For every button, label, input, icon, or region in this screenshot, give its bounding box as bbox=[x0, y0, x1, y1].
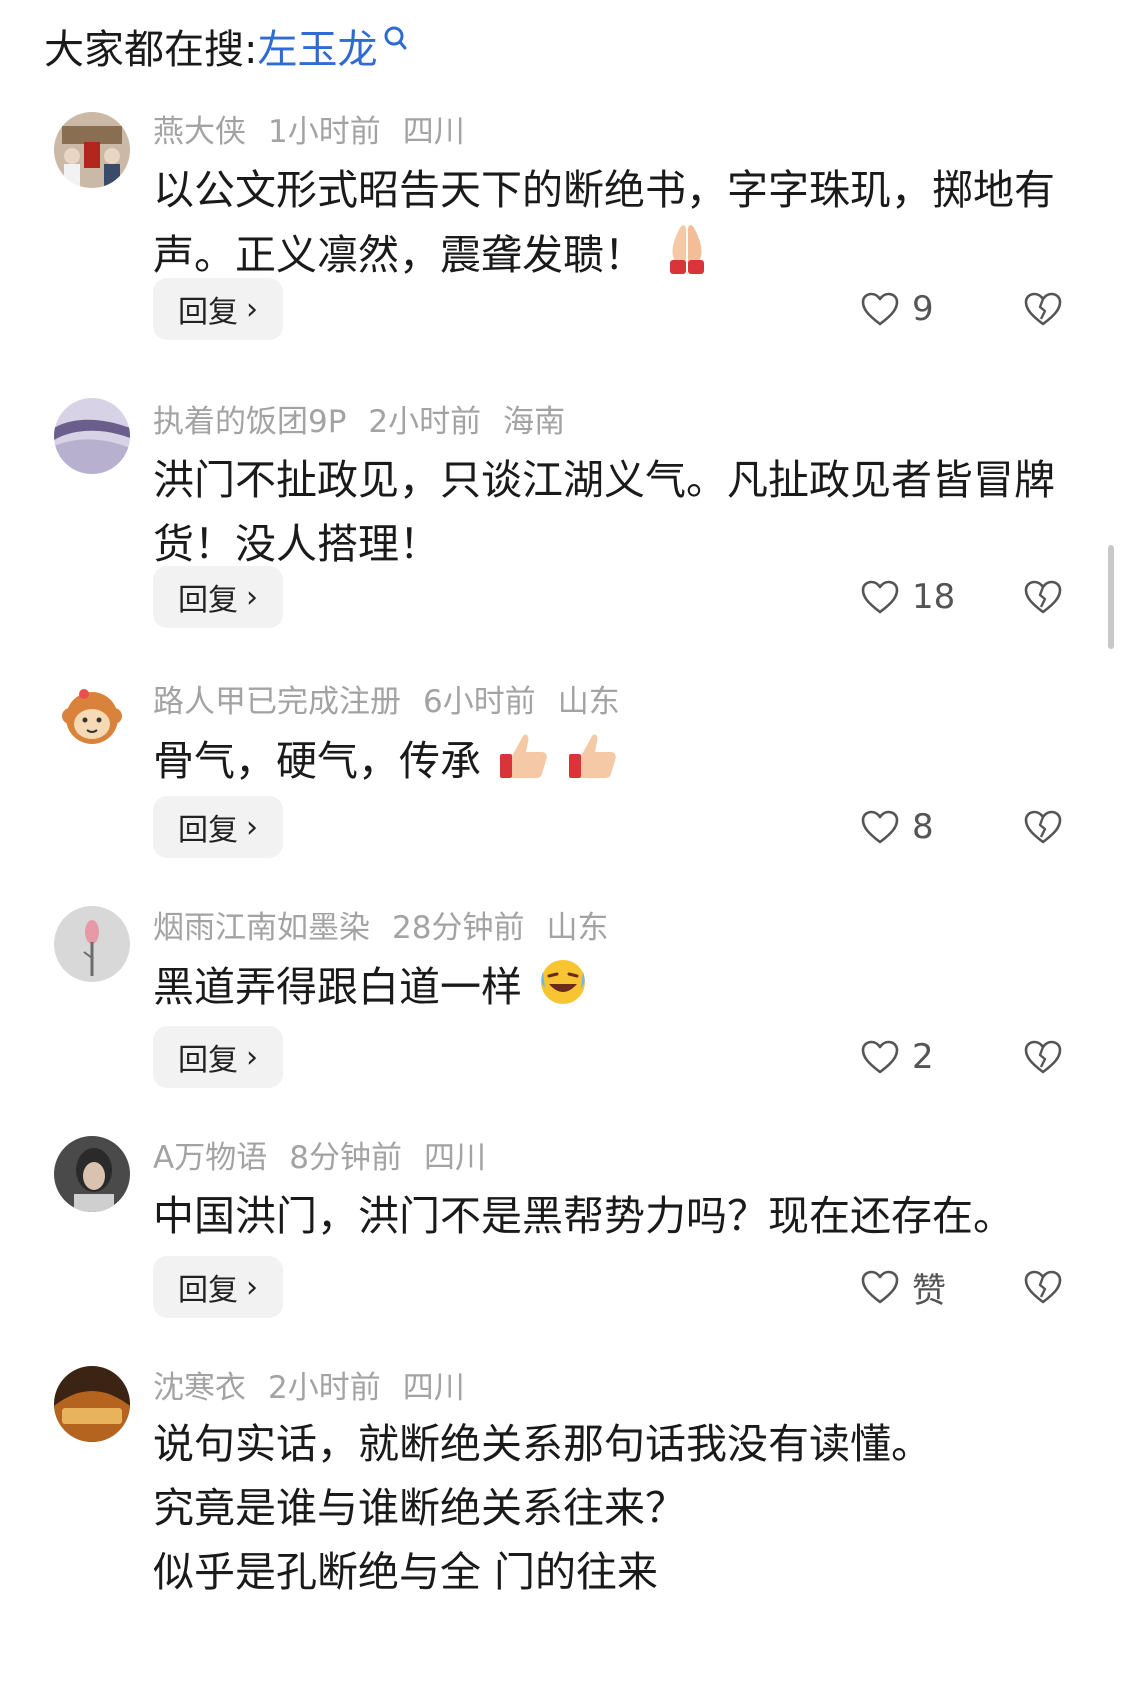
dislike-button[interactable] bbox=[1023, 796, 1063, 858]
comment-text: 说句实话，就断绝关系那句话我没有读懂。 究竟是谁与谁断绝关系往来？ 似乎是孔断绝… bbox=[153, 1412, 1083, 1604]
reply-button[interactable]: 回复 › bbox=[153, 278, 283, 340]
like-count: 18 bbox=[912, 577, 956, 617]
like-button[interactable]: 9 bbox=[860, 278, 934, 340]
rolling-laughing-emoji bbox=[535, 954, 591, 1026]
avatar[interactable] bbox=[54, 1136, 130, 1212]
avatar[interactable] bbox=[54, 906, 130, 982]
avatar[interactable] bbox=[54, 398, 130, 474]
reply-button[interactable]: 回复 › bbox=[153, 1256, 283, 1318]
comment-time: 8分钟前 bbox=[289, 1139, 402, 1176]
comment-username[interactable]: 路人甲已完成注册 bbox=[153, 676, 401, 721]
comment-username[interactable]: 燕大侠 bbox=[153, 106, 246, 151]
search-icon[interactable] bbox=[381, 24, 411, 68]
bottom-fade bbox=[0, 1660, 1125, 1708]
like-button[interactable]: 赞 bbox=[860, 1256, 946, 1318]
heart-outline-icon bbox=[861, 1270, 899, 1304]
chevron-right-icon: › bbox=[246, 579, 258, 615]
chevron-right-icon: › bbox=[246, 809, 258, 845]
like-button[interactable]: 2 bbox=[860, 1026, 934, 1088]
broken-heart-icon bbox=[1024, 1270, 1062, 1304]
dislike-button[interactable] bbox=[1023, 1026, 1063, 1088]
dislike-button[interactable] bbox=[1023, 1256, 1063, 1318]
comment-body: 以公文形式昭告天下的断绝书，字字珠玑，掷地有声。正义凛然，震聋发聩！ bbox=[153, 166, 1055, 279]
chevron-right-icon: › bbox=[246, 291, 258, 327]
comment-body: 洪门不扯政见，只谈江湖义气。凡扯政见者皆冒牌货！没人搭理！ bbox=[153, 456, 1055, 568]
comment-username[interactable]: 沈寒衣 bbox=[153, 1362, 246, 1407]
dislike-button[interactable] bbox=[1023, 566, 1063, 628]
reply-button[interactable]: 回复 › bbox=[153, 566, 283, 628]
comment-location: 山东 bbox=[557, 683, 620, 720]
search-suggestion-bar[interactable]: 大家都在搜: 左玉龙 bbox=[44, 18, 411, 74]
comment-text: 以公文形式昭告天下的断绝书，字字珠玑，掷地有声。正义凛然，震聋发聩！ bbox=[153, 158, 1083, 294]
heart-outline-icon bbox=[861, 580, 899, 614]
comment-username[interactable]: 烟雨江南如墨染 bbox=[153, 902, 370, 947]
search-prefix-label: 大家都在搜: bbox=[44, 27, 258, 73]
comment-time: 2小时前 bbox=[268, 1369, 381, 1406]
thumbs-up-emoji bbox=[494, 728, 550, 800]
reply-label: 回复 bbox=[178, 813, 238, 848]
like-count: 9 bbox=[912, 289, 934, 329]
chevron-right-icon: › bbox=[246, 1269, 258, 1305]
chevron-right-icon: › bbox=[246, 1039, 258, 1075]
comment-text: 黑道弄得跟白道一样 bbox=[153, 954, 1083, 1026]
comment-time: 6小时前 bbox=[423, 683, 536, 720]
comment-username[interactable]: 执着的饭团9P bbox=[153, 396, 346, 441]
broken-heart-icon bbox=[1024, 292, 1062, 326]
broken-heart-icon bbox=[1024, 810, 1062, 844]
comment-body-line: 说句实话，就断绝关系那句话我没有读懂。 bbox=[153, 1420, 932, 1468]
avatar[interactable] bbox=[54, 680, 130, 756]
reply-label: 回复 bbox=[178, 583, 238, 618]
like-count: 8 bbox=[912, 807, 934, 847]
comment-body-line: 究竟是谁与谁断绝关系往来？ bbox=[153, 1484, 686, 1532]
comment-text: 中国洪门，洪门不是黑帮势力吗？现在还存在。 bbox=[153, 1184, 1083, 1248]
comment-username[interactable]: A万物语 bbox=[153, 1132, 267, 1177]
reply-button[interactable]: 回复 › bbox=[153, 1026, 283, 1088]
thumbs-up-emoji bbox=[563, 728, 619, 800]
comment-text: 洪门不扯政见，只谈江湖义气。凡扯政见者皆冒牌货！没人搭理！ bbox=[153, 448, 1083, 576]
heart-outline-icon bbox=[861, 292, 899, 326]
like-button[interactable]: 8 bbox=[860, 796, 934, 858]
comment-body: 骨气，硬气，传承 bbox=[153, 737, 481, 785]
comment-location: 海南 bbox=[503, 403, 566, 440]
dislike-button[interactable] bbox=[1023, 278, 1063, 340]
reply-label: 回复 bbox=[178, 1273, 238, 1308]
broken-heart-icon bbox=[1024, 1040, 1062, 1074]
comment-location: 四川 bbox=[423, 1139, 486, 1176]
reply-label: 回复 bbox=[178, 295, 238, 330]
comment-time: 2小时前 bbox=[368, 403, 482, 440]
like-count: 2 bbox=[912, 1037, 934, 1077]
comment-location: 四川 bbox=[402, 1369, 465, 1406]
comment-body: 中国洪门，洪门不是黑帮势力吗？现在还存在。 bbox=[153, 1192, 1014, 1240]
reply-button[interactable]: 回复 › bbox=[153, 796, 283, 858]
heart-outline-icon bbox=[861, 810, 899, 844]
avatar[interactable] bbox=[54, 1366, 130, 1442]
comment-body-line: 似乎是孔断绝与全 门的往来 bbox=[153, 1548, 659, 1596]
scrollbar[interactable] bbox=[1108, 545, 1114, 649]
like-count: 赞 bbox=[912, 1270, 946, 1311]
like-button[interactable]: 18 bbox=[860, 566, 955, 628]
heart-outline-icon bbox=[861, 1040, 899, 1074]
praying-hands-emoji bbox=[658, 222, 716, 294]
comment-location: 四川 bbox=[402, 113, 465, 150]
comment-body: 黑道弄得跟白道一样 bbox=[153, 963, 522, 1011]
reply-label: 回复 bbox=[178, 1043, 238, 1078]
broken-heart-icon bbox=[1024, 580, 1062, 614]
search-term-link[interactable]: 左玉龙 bbox=[257, 17, 377, 75]
comment-time: 1小时前 bbox=[268, 113, 381, 150]
comment-location: 山东 bbox=[546, 909, 609, 946]
avatar[interactable] bbox=[54, 112, 130, 188]
comment-text: 骨气，硬气，传承 bbox=[153, 728, 1083, 800]
comment-time: 28分钟前 bbox=[392, 909, 525, 946]
